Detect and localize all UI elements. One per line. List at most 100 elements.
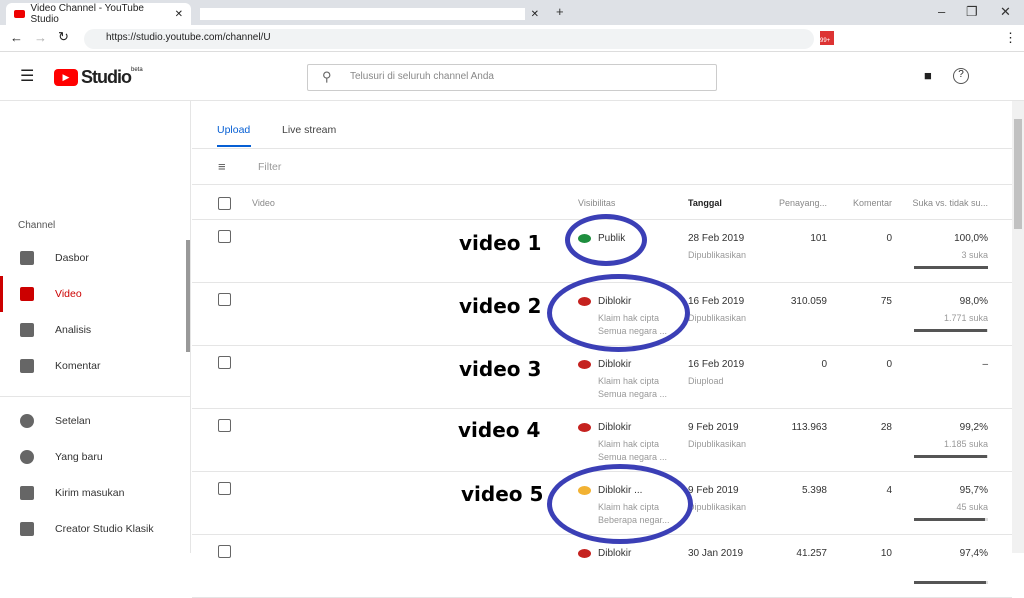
comments: 4 [886,485,892,496]
comments: 0 [886,359,892,370]
publish-status: Dipublikasikan [688,502,747,512]
extension-icon[interactable]: 99+ [820,31,834,45]
browser-tab-bar: Video Channel - YouTube Studio ✕ ✕ + – ❐ … [0,0,1024,25]
row-checkbox[interactable] [218,230,231,243]
tab-title: Video Channel - YouTube Studio [30,3,144,25]
views: 113.963 [791,422,827,433]
visibility-status[interactable]: Diblokir [598,548,631,559]
section-label: Channel [18,220,56,231]
url-input[interactable]: https://studio.youtube.com/channel/U [84,29,814,49]
like-ratio-bar [914,581,988,584]
like-count: 45 suka [956,502,988,512]
video-icon [20,287,34,301]
col-date[interactable]: Tanggal [688,198,722,208]
browser-tab[interactable]: ✕ [192,3,547,25]
url-text: https://studio.youtube.com/channel/U [106,32,271,43]
divider [192,148,1012,149]
eye-off-icon [578,422,591,432]
region-text: Semua negara ... [598,452,668,462]
close-tab-icon[interactable]: ✕ [531,9,539,20]
comments: 0 [886,233,892,244]
publish-status: Dipublikasikan [688,439,747,449]
sidebar-item-dasbor[interactable]: Dasbor [0,240,186,276]
row-checkbox[interactable] [218,482,231,495]
new-tab-button[interactable]: + [556,4,564,19]
back-icon[interactable]: ← [10,30,23,45]
annotation-label: video 1 [459,231,542,255]
label: Analisis [55,324,92,336]
studio-logo[interactable]: ▶ Studio beta [54,67,143,88]
annotation-label: video 2 [459,294,542,318]
col-comments[interactable]: Komentar [832,198,892,208]
claim-text: Klaim hak cipta [598,376,660,386]
table-row[interactable]: Diblokir Klaim hak cipta Semua negara ..… [192,346,1012,409]
sidebar-item-analisis[interactable]: Analisis [0,312,186,348]
views: 0 [821,359,827,370]
filter-icon[interactable]: ≡ [218,159,226,174]
visibility-status[interactable]: Diblokir [598,359,631,370]
restore-button[interactable]: ❐ [966,4,978,20]
annotation-ellipse [547,274,690,352]
youtube-play-icon: ▶ [54,69,78,86]
search-input[interactable]: ⚲ Telusuri di seluruh channel Anda [307,64,717,91]
like-percent: – [982,359,988,370]
help-icon[interactable]: ? [953,68,969,84]
sidebar-item-video[interactable]: Video [0,276,186,312]
reload-icon[interactable]: ↻ [58,29,69,45]
hamburger-menu-icon[interactable]: ☰ [20,66,34,86]
annotation-ellipse [547,464,693,544]
row-checkbox[interactable] [218,356,231,369]
minimize-button[interactable]: – [938,4,945,19]
search-placeholder: Telusuri di seluruh channel Anda [350,71,494,82]
row-checkbox[interactable] [218,419,231,432]
label: Kirim masukan [55,487,125,499]
sidebar-item-yang-baru[interactable]: Yang baru [0,439,186,475]
menu-icon[interactable]: ⋮ [1004,30,1017,46]
feedback-icon [20,486,34,500]
eye-off-icon [578,548,591,558]
label: Dasbor [55,252,89,264]
claim-text: Klaim hak cipta [598,439,660,449]
forward-icon[interactable]: → [34,30,47,45]
create-video-icon[interactable]: ■ [924,68,932,83]
like-count: 1.771 suka [943,313,988,323]
sidebar-scrollbar[interactable] [186,240,190,352]
close-window-button[interactable]: ✕ [1000,4,1011,20]
close-tab-icon[interactable]: ✕ [175,9,183,20]
page-scrollbar[interactable] [1012,101,1024,553]
row-checkbox[interactable] [218,293,231,306]
visibility-status[interactable]: Diblokir [598,422,631,433]
col-likes[interactable]: Suka vs. tidak su... [892,198,988,208]
like-percent: 99,2% [959,422,988,433]
search-icon: ⚲ [322,69,332,84]
publish-status: Dipublikasikan [688,313,747,323]
sidebar-item-feedback[interactable]: Kirim masukan [0,475,186,511]
like-ratio-bar [914,266,988,269]
comments: 10 [880,548,892,559]
date: 28 Feb 2019 [688,233,745,244]
like-ratio-bar [914,455,988,458]
tab-upload[interactable]: Upload [217,124,250,136]
sidebar-item-classic[interactable]: Creator Studio Klasik [0,511,186,547]
beta-label: beta [131,67,143,73]
views: 41.257 [796,548,827,559]
like-percent: 95,7% [959,485,988,496]
col-views[interactable]: Penayang... [752,198,827,208]
youtube-favicon-icon [14,10,25,18]
comment-icon [20,359,34,373]
date: 9 Feb 2019 [688,422,739,433]
row-checkbox[interactable] [218,545,231,558]
filter-input[interactable]: Filter [258,161,281,173]
col-visibility[interactable]: Visibilitas [578,198,615,208]
table-row[interactable]: Diblokir 30 Jan 2019 41.257 10 97,4% [192,535,1012,598]
sidebar-item-setelan[interactable]: Setelan [0,403,186,439]
like-percent: 100,0% [954,233,988,244]
tab-live-stream[interactable]: Live stream [282,124,336,136]
exit-icon [20,522,34,536]
browser-tab-active[interactable]: Video Channel - YouTube Studio ✕ [6,3,191,25]
select-all-checkbox[interactable] [218,197,231,210]
sidebar-item-komentar[interactable]: Komentar [0,348,186,384]
col-video[interactable]: Video [252,198,275,208]
table-row[interactable]: Diblokir Klaim hak cipta Semua negara ..… [192,409,1012,472]
gear-icon [20,414,34,428]
